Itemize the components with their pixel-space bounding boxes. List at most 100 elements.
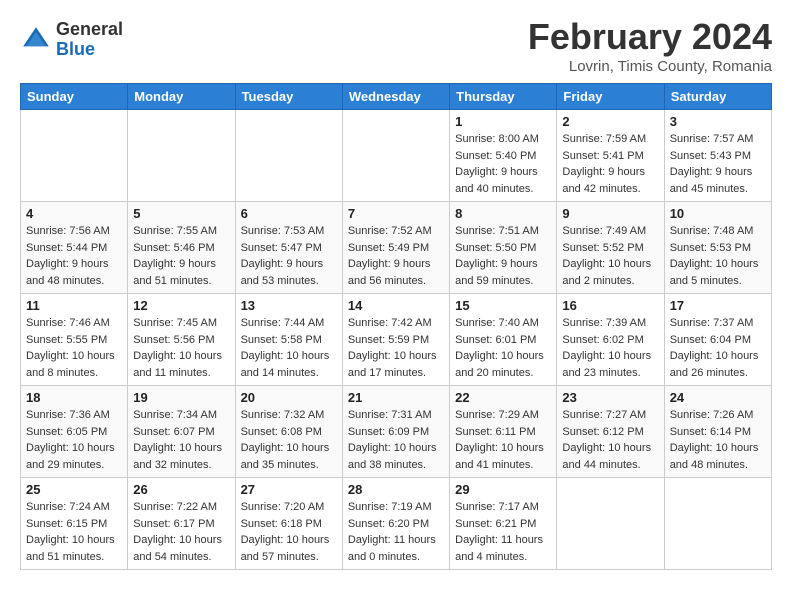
day-number: 5 (133, 206, 229, 221)
logo: General Blue (20, 20, 123, 60)
calendar-row: 4 Sunrise: 7:56 AMSunset: 5:44 PMDaylight… (21, 202, 772, 294)
calendar-cell: 25 Sunrise: 7:24 AMSunset: 6:15 PMDayligh… (21, 478, 128, 570)
day-number: 27 (241, 482, 337, 497)
day-info: Sunrise: 7:37 AMSunset: 6:04 PMDaylight:… (670, 315, 766, 381)
day-info: Sunrise: 7:57 AMSunset: 5:43 PMDaylight:… (670, 131, 766, 197)
day-info: Sunrise: 7:22 AMSunset: 6:17 PMDaylight:… (133, 499, 229, 565)
day-number: 20 (241, 390, 337, 405)
calendar-cell: 3 Sunrise: 7:57 AMSunset: 5:43 PMDaylight… (664, 110, 771, 202)
calendar-cell: 4 Sunrise: 7:56 AMSunset: 5:44 PMDaylight… (21, 202, 128, 294)
day-info: Sunrise: 7:39 AMSunset: 6:02 PMDaylight:… (562, 315, 658, 381)
calendar-cell: 28Sunrise: 7:19 AMSunset: 6:20 PMDayligh… (342, 478, 449, 570)
calendar-row: 25 Sunrise: 7:24 AMSunset: 6:15 PMDayligh… (21, 478, 772, 570)
day-info: Sunrise: 7:42 AMSunset: 5:59 PMDaylight:… (348, 315, 444, 381)
day-info: Sunrise: 7:34 AMSunset: 6:07 PMDaylight:… (133, 407, 229, 473)
day-number: 6 (241, 206, 337, 221)
calendar-cell: 6 Sunrise: 7:53 AMSunset: 5:47 PMDaylight… (235, 202, 342, 294)
calendar-cell: 21 Sunrise: 7:31 AMSunset: 6:09 PMDayligh… (342, 386, 449, 478)
day-info: Sunrise: 7:48 AMSunset: 5:53 PMDaylight:… (670, 223, 766, 289)
calendar-cell: 27 Sunrise: 7:20 AMSunset: 6:18 PMDayligh… (235, 478, 342, 570)
logo-blue-text: Blue (56, 40, 123, 60)
calendar-cell (128, 110, 235, 202)
header: General Blue February 2024 Lovrin, Timis… (20, 16, 772, 75)
day-info: Sunrise: 7:49 AMSunset: 5:52 PMDaylight:… (562, 223, 658, 289)
calendar-cell: 11 Sunrise: 7:46 AMSunset: 5:55 PMDayligh… (21, 294, 128, 386)
calendar-cell (557, 478, 664, 570)
day-info: Sunrise: 8:00 AMSunset: 5:40 PMDaylight:… (455, 131, 551, 197)
day-number: 18 (26, 390, 122, 405)
month-title: February 2024 (528, 16, 772, 58)
calendar-row: 11 Sunrise: 7:46 AMSunset: 5:55 PMDayligh… (21, 294, 772, 386)
calendar-header-friday: Friday (557, 84, 664, 110)
calendar-cell: 16 Sunrise: 7:39 AMSunset: 6:02 PMDayligh… (557, 294, 664, 386)
day-info: Sunrise: 7:55 AMSunset: 5:46 PMDaylight:… (133, 223, 229, 289)
day-number: 19 (133, 390, 229, 405)
calendar-cell: 2 Sunrise: 7:59 AMSunset: 5:41 PMDaylight… (557, 110, 664, 202)
day-number: 23 (562, 390, 658, 405)
calendar-cell (664, 478, 771, 570)
calendar-cell: 15Sunrise: 7:40 AMSunset: 6:01 PMDayligh… (450, 294, 557, 386)
calendar-header-thursday: Thursday (450, 84, 557, 110)
day-number: 9 (562, 206, 658, 221)
day-info: Sunrise: 7:46 AMSunset: 5:55 PMDaylight:… (26, 315, 122, 381)
day-number: 2 (562, 114, 658, 129)
day-info: Sunrise: 7:59 AMSunset: 5:41 PMDaylight:… (562, 131, 658, 197)
day-info: Sunrise: 7:32 AMSunset: 6:08 PMDaylight:… (241, 407, 337, 473)
day-info: Sunrise: 7:29 AMSunset: 6:11 PMDaylight:… (455, 407, 551, 473)
day-info: Sunrise: 7:31 AMSunset: 6:09 PMDaylight:… (348, 407, 444, 473)
day-info: Sunrise: 7:19 AMSunset: 6:20 PMDaylight:… (348, 499, 444, 565)
day-number: 11 (26, 298, 122, 313)
logo-icon (20, 24, 52, 56)
calendar-header-row: SundayMondayTuesdayWednesdayThursdayFrid… (21, 84, 772, 110)
day-number: 14 (348, 298, 444, 313)
title-area: February 2024 Lovrin, Timis County, Roma… (528, 16, 772, 75)
location: Lovrin, Timis County, Romania (528, 58, 772, 75)
calendar-cell: 29Sunrise: 7:17 AMSunset: 6:21 PMDayligh… (450, 478, 557, 570)
calendar-cell: 17Sunrise: 7:37 AMSunset: 6:04 PMDayligh… (664, 294, 771, 386)
calendar-cell: 14 Sunrise: 7:42 AMSunset: 5:59 PMDayligh… (342, 294, 449, 386)
day-number: 3 (670, 114, 766, 129)
day-number: 16 (562, 298, 658, 313)
calendar-header-saturday: Saturday (664, 84, 771, 110)
calendar-cell: 10 Sunrise: 7:48 AMSunset: 5:53 PMDayligh… (664, 202, 771, 294)
day-number: 22 (455, 390, 551, 405)
day-info: Sunrise: 7:24 AMSunset: 6:15 PMDaylight:… (26, 499, 122, 565)
calendar-cell (21, 110, 128, 202)
calendar-cell: 20 Sunrise: 7:32 AMSunset: 6:08 PMDayligh… (235, 386, 342, 478)
calendar-cell: 1 Sunrise: 8:00 AMSunset: 5:40 PMDaylight… (450, 110, 557, 202)
day-number: 4 (26, 206, 122, 221)
day-number: 24 (670, 390, 766, 405)
calendar-cell: 8 Sunrise: 7:51 AMSunset: 5:50 PMDaylight… (450, 202, 557, 294)
logo-general-text: General (56, 20, 123, 40)
calendar-header-wednesday: Wednesday (342, 84, 449, 110)
day-info: Sunrise: 7:56 AMSunset: 5:44 PMDaylight:… (26, 223, 122, 289)
calendar-cell: 18 Sunrise: 7:36 AMSunset: 6:05 PMDayligh… (21, 386, 128, 478)
day-number: 1 (455, 114, 551, 129)
calendar-header-sunday: Sunday (21, 84, 128, 110)
day-info: Sunrise: 7:53 AMSunset: 5:47 PMDaylight:… (241, 223, 337, 289)
day-info: Sunrise: 7:51 AMSunset: 5:50 PMDaylight:… (455, 223, 551, 289)
calendar-cell: 23 Sunrise: 7:27 AMSunset: 6:12 PMDayligh… (557, 386, 664, 478)
day-number: 10 (670, 206, 766, 221)
logo-text: General Blue (56, 20, 123, 60)
calendar-cell: 19 Sunrise: 7:34 AMSunset: 6:07 PMDayligh… (128, 386, 235, 478)
calendar-cell: 22 Sunrise: 7:29 AMSunset: 6:11 PMDayligh… (450, 386, 557, 478)
calendar-row: 18 Sunrise: 7:36 AMSunset: 6:05 PMDayligh… (21, 386, 772, 478)
calendar: SundayMondayTuesdayWednesdayThursdayFrid… (20, 83, 772, 570)
day-number: 25 (26, 482, 122, 497)
day-number: 8 (455, 206, 551, 221)
calendar-cell (342, 110, 449, 202)
day-number: 26 (133, 482, 229, 497)
day-number: 15 (455, 298, 551, 313)
calendar-row: 1 Sunrise: 8:00 AMSunset: 5:40 PMDaylight… (21, 110, 772, 202)
day-info: Sunrise: 7:17 AMSunset: 6:21 PMDaylight:… (455, 499, 551, 565)
day-info: Sunrise: 7:27 AMSunset: 6:12 PMDaylight:… (562, 407, 658, 473)
day-info: Sunrise: 7:20 AMSunset: 6:18 PMDaylight:… (241, 499, 337, 565)
day-info: Sunrise: 7:52 AMSunset: 5:49 PMDaylight:… (348, 223, 444, 289)
day-number: 12 (133, 298, 229, 313)
calendar-cell: 12Sunrise: 7:45 AMSunset: 5:56 PMDayligh… (128, 294, 235, 386)
day-number: 21 (348, 390, 444, 405)
day-info: Sunrise: 7:36 AMSunset: 6:05 PMDaylight:… (26, 407, 122, 473)
calendar-header-monday: Monday (128, 84, 235, 110)
calendar-cell: 7Sunrise: 7:52 AMSunset: 5:49 PMDaylight… (342, 202, 449, 294)
